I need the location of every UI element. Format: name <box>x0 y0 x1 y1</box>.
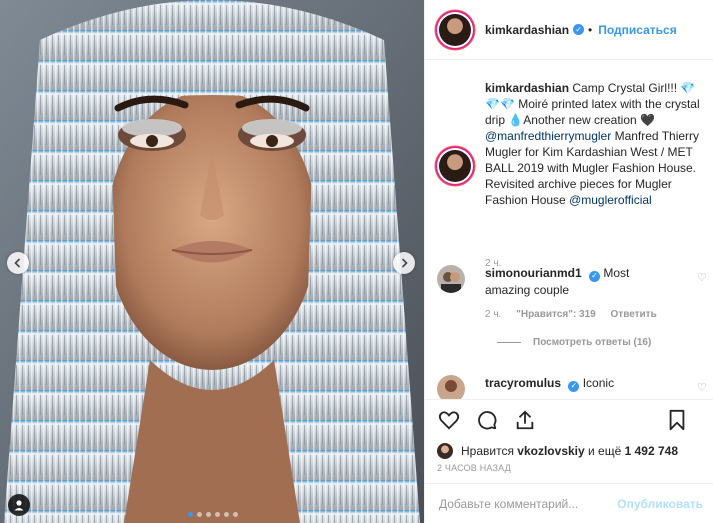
carousel-dot <box>224 512 229 517</box>
post-photo-area[interactable] <box>0 0 424 523</box>
carousel-prev-button[interactable] <box>7 252 29 274</box>
comment-button[interactable] <box>475 408 499 432</box>
post-modal: kimkardashian ✓ • Подписаться kimkardash… <box>0 0 713 523</box>
post-photo <box>0 0 424 523</box>
comment-reply-button[interactable]: Ответить <box>611 309 657 320</box>
comment-avatar[interactable] <box>437 375 465 399</box>
separator-dot: • <box>588 22 593 37</box>
carousel-indicator <box>188 512 238 517</box>
verified-badge-icon: ✓ <box>573 24 585 35</box>
liker-avatar <box>437 443 453 459</box>
likes-user[interactable]: vkozlovskiy <box>517 444 584 458</box>
caption-text: kimkardashian Camp Crystal Girl!!! 💎💎💎 M… <box>485 80 705 208</box>
caption-avatar[interactable] <box>437 148 473 184</box>
user-tag-icon <box>14 500 24 511</box>
share-button[interactable] <box>513 408 537 432</box>
like-button[interactable] <box>437 408 461 432</box>
comment-like-heart-icon[interactable]: ♡ <box>697 381 707 394</box>
comment-meta: 2 ч. "Нравится": 319 Ответить <box>485 309 669 320</box>
save-button[interactable] <box>665 408 689 432</box>
comment-body: Iconic <box>582 376 615 390</box>
comment-username[interactable]: simonourianmd1 <box>485 266 582 280</box>
comment-likes[interactable]: "Нравится": 319 <box>516 309 596 320</box>
chevron-left-icon <box>14 258 21 268</box>
add-comment-form: Опубликовать <box>425 483 713 523</box>
carousel-dot <box>188 512 193 517</box>
likes-prefix: Нравится <box>461 444 514 458</box>
heart-icon <box>438 410 460 430</box>
likes-count[interactable]: 1 492 748 <box>625 444 678 458</box>
post-header: kimkardashian ✓ • Подписаться <box>425 0 713 60</box>
caption-username[interactable]: kimkardashian <box>485 81 569 95</box>
comment-like-heart-icon[interactable]: ♡ <box>697 271 707 284</box>
post-comment-button[interactable]: Опубликовать <box>617 497 703 511</box>
view-replies-button[interactable]: Посмотреть ответы (16) <box>497 337 651 348</box>
post-side-panel: kimkardashian ✓ • Подписаться kimkardash… <box>424 0 713 523</box>
bookmark-icon <box>669 409 685 431</box>
comment-input[interactable] <box>437 495 611 512</box>
comment-time[interactable]: 2 ч. <box>485 309 501 320</box>
carousel-dot <box>197 512 202 517</box>
comment-text: simonourianmd1 ✓ Most amazing couple <box>485 265 675 298</box>
caption-mention-1[interactable]: @manfredthierrymugler <box>485 129 611 143</box>
chevron-right-icon <box>401 258 408 268</box>
author-avatar[interactable] <box>437 11 473 48</box>
comment-icon <box>478 410 497 429</box>
carousel-dot <box>206 512 211 517</box>
user-tag-button[interactable] <box>8 494 30 516</box>
share-icon <box>516 409 534 429</box>
comment-username[interactable]: tracyromulus <box>485 376 561 390</box>
carousel-dot <box>233 512 238 517</box>
verified-badge-icon: ✓ <box>568 380 580 392</box>
author-username[interactable]: kimkardashian <box>485 23 569 37</box>
verified-badge-icon: ✓ <box>589 270 601 282</box>
carousel-dot <box>215 512 220 517</box>
likes-suffix: и ещё <box>588 444 622 458</box>
comment-avatar[interactable] <box>437 265 465 293</box>
comments-section[interactable]: kimkardashian Camp Crystal Girl!!! 💎💎💎 M… <box>425 60 713 399</box>
comment-text: tracyromulus ✓ Iconic <box>485 375 675 392</box>
likes-summary[interactable]: Нравится vkozlovskiy и ещё 1 492 748 <box>425 439 713 463</box>
caption-mention-2[interactable]: @muglerofficial <box>569 193 652 207</box>
post-time-ago[interactable]: 2 ЧАСОВ НАЗАД <box>425 463 713 483</box>
view-replies-label: Посмотреть ответы (16) <box>533 337 652 348</box>
carousel-next-button[interactable] <box>393 252 415 274</box>
action-bar <box>425 399 713 439</box>
follow-button[interactable]: Подписаться <box>598 23 676 37</box>
